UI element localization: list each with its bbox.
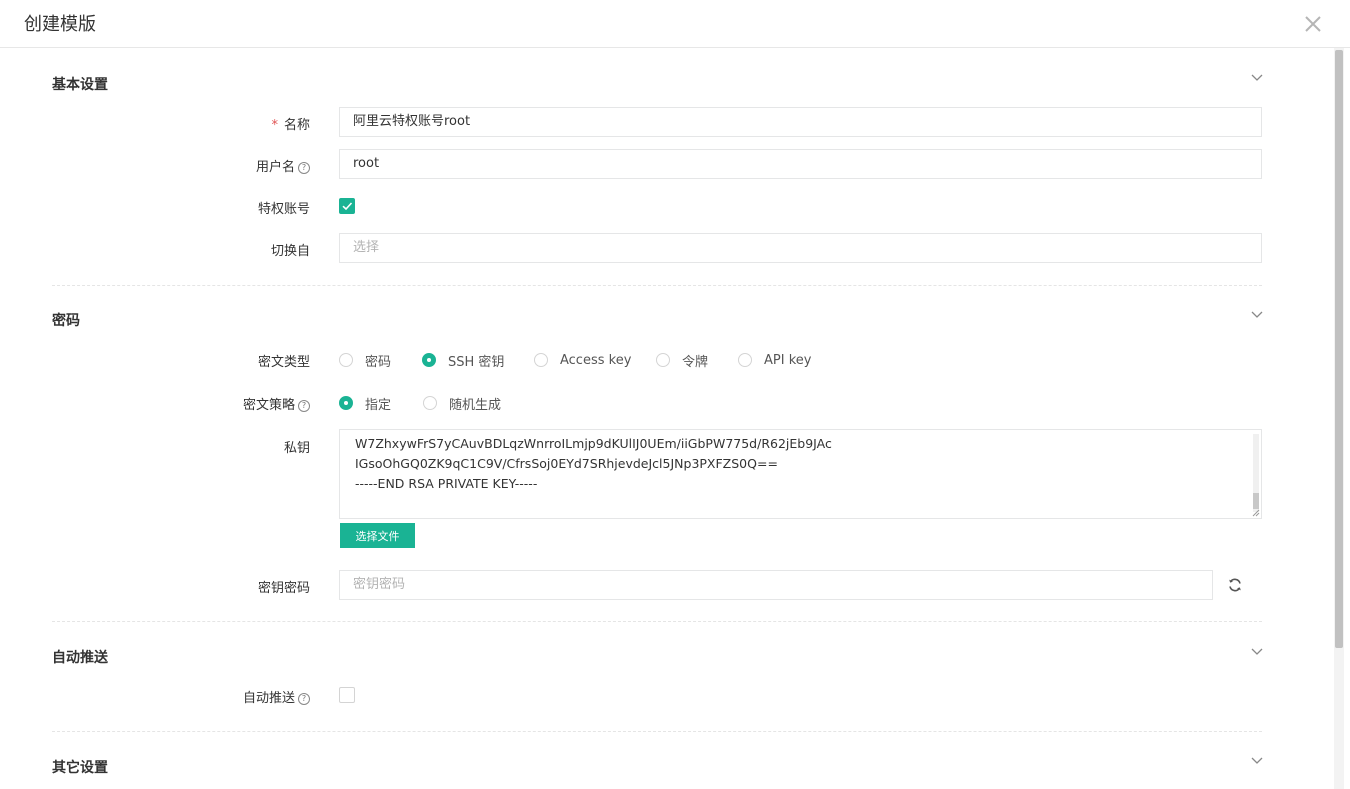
private-key-label: 私钥 [283, 441, 310, 456]
privileged-label: 特权账号 [257, 202, 310, 217]
su-from-label: 切换自 [270, 244, 310, 259]
section-title-basic: 基本设置 [52, 77, 108, 93]
dialog-title: 创建模版 [24, 14, 96, 35]
secret-type-option-access-key[interactable]: Access key [534, 350, 631, 370]
username-label: 用户名? [48, 156, 310, 175]
chevron-down-icon[interactable] [1250, 756, 1264, 766]
section-divider [52, 621, 1262, 622]
check-icon [342, 202, 353, 211]
chevron-down-icon[interactable] [1250, 73, 1264, 83]
su-from-select[interactable]: 选择 [339, 233, 1262, 263]
refresh-icon[interactable] [1227, 577, 1243, 593]
name-input[interactable]: 阿里云特权账号root [339, 107, 1262, 137]
chevron-down-icon[interactable] [1250, 647, 1264, 657]
section-divider [52, 285, 1262, 286]
section-divider [52, 731, 1262, 732]
privileged-checkbox[interactable] [339, 198, 355, 214]
secret-type-label: 密文类型 [257, 355, 310, 370]
dialog-scrollbar-thumb[interactable] [1335, 50, 1343, 648]
passphrase-label: 密钥密码 [257, 581, 310, 596]
secret-type-option-token[interactable]: 令牌 [656, 350, 708, 370]
secret-type-radio-group: 密码 SSH 密钥 Access key 令牌 API key [339, 350, 899, 370]
secret-type-option-api-key[interactable]: API key [738, 350, 811, 370]
section-title-autopush: 自动推送 [52, 650, 108, 666]
secret-strategy-radio-group: 指定 随机生成 [339, 393, 559, 413]
autopush-checkbox[interactable] [339, 687, 355, 703]
private-key-textarea[interactable]: W7ZhxywFrS7yCAuvBDLqzWnrroILmjp9dKUlIJ0U… [339, 429, 1262, 519]
private-key-line: IGsoOhGQ0ZK9qC1C9V/CfrsSoj0EYd7SRhjevdeJ… [355, 456, 778, 471]
question-circle-icon: ? [298, 162, 310, 174]
close-icon[interactable] [1301, 12, 1325, 36]
name-label: * 名称 [271, 118, 310, 133]
question-circle-icon: ? [298, 400, 310, 412]
secret-strategy-option-random[interactable]: 随机生成 [423, 393, 501, 413]
secret-strategy-option-specify[interactable]: 指定 [339, 393, 391, 413]
secret-strategy-label: 密文策略? [48, 394, 310, 413]
secret-type-option-ssh-key[interactable]: SSH 密钥 [422, 350, 504, 370]
chevron-down-icon[interactable] [1250, 310, 1264, 320]
question-circle-icon: ? [298, 693, 310, 705]
secret-type-option-password[interactable]: 密码 [339, 350, 391, 370]
private-key-line: -----END RSA PRIVATE KEY----- [355, 476, 538, 491]
autopush-label: 自动推送? [48, 687, 310, 706]
choose-file-button[interactable]: 选择文件 [340, 523, 415, 548]
section-title-other: 其它设置 [52, 760, 108, 776]
resize-handle-icon[interactable] [1252, 509, 1260, 517]
textarea-scrollbar-thumb[interactable] [1253, 493, 1259, 509]
dialog-header: 创建模版 [0, 0, 1350, 48]
private-key-line: W7ZhxywFrS7yCAuvBDLqzWnrroILmjp9dKUlIJ0U… [355, 436, 832, 451]
section-title-secret: 密码 [52, 313, 80, 329]
passphrase-input[interactable]: 密钥密码 [339, 570, 1213, 600]
required-mark: * [271, 118, 278, 133]
username-input[interactable]: root [339, 149, 1262, 179]
